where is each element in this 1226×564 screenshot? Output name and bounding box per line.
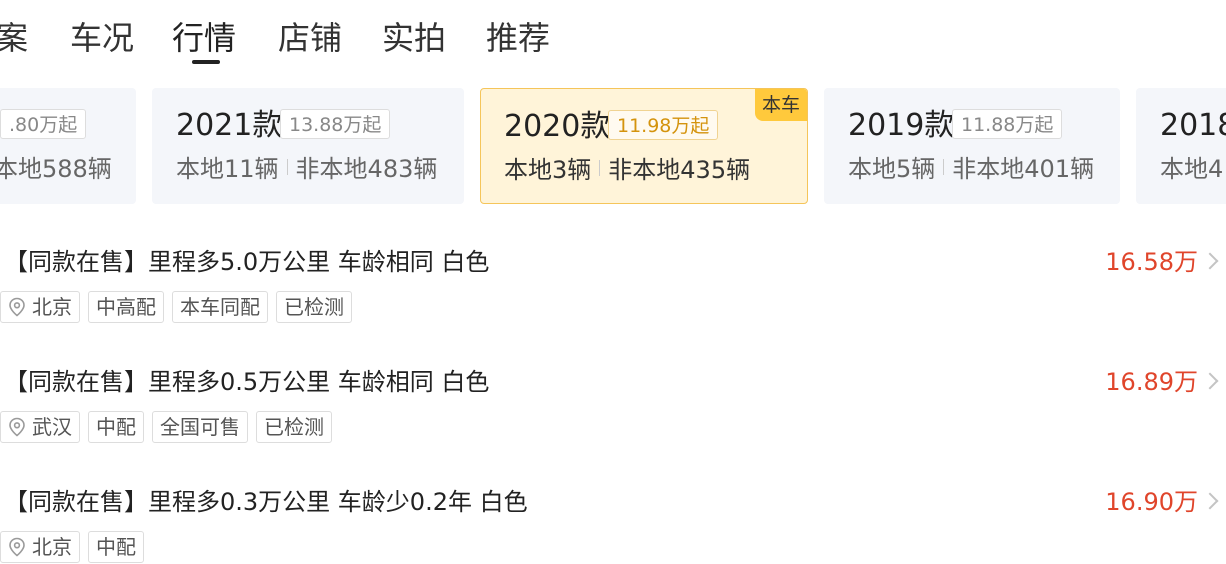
listing-tag: 中配 [88,531,144,563]
year-card-year: 2019款 [848,108,955,143]
year-card-2019[interactable]: 2019款 11.88万起 本地5辆 非本地401辆 [824,88,1120,204]
tab-market[interactable]: 行情 [172,16,236,60]
listing-tag: 中配 [88,411,144,443]
listing-tag: 全国可售 [152,411,248,443]
location-tag: 北京 [0,531,80,563]
year-card-price: 13.88万起 [280,109,391,139]
year-card-price: 11.98万起 [608,110,719,140]
listing-tag: 本车同配 [172,291,268,323]
year-card-local-count: 本地11辆 [176,155,279,183]
active-tab-indicator [192,60,220,64]
year-card-2018-partial[interactable]: 2018 本地4 [1136,88,1226,204]
year-card-nonlocal-count: 非本地483辆 [295,155,438,183]
listing-title: 【同款在售】里程多5.0万公里 车龄相同 白色 [4,248,490,276]
chevron-right-icon [1201,372,1219,390]
tab-store[interactable]: 店铺 [278,16,342,60]
listing-item[interactable]: 【同款在售】里程多0.5万公里 车龄相同 白色 16.89万 武汉 中配 全国可售已… [0,365,1226,475]
location-tag: 武汉 [0,411,80,443]
year-card-price: 11.88万起 [952,109,1063,139]
listing-tags: 北京 中高配 本车同配 已检测 [0,291,360,323]
location-city: 北京 [32,295,72,319]
chevron-right-icon [1201,252,1219,270]
location-pin-icon [9,297,25,317]
listing-tags: 北京 中配 [0,531,152,563]
stats-divider [286,159,288,175]
year-card-2021[interactable]: 2021款 13.88万起 本地11辆 非本地483辆 [152,88,464,204]
tab-file[interactable]: 案 [0,16,28,60]
this-car-badge: 本车 [754,89,807,121]
listing-tag: 已检测 [256,411,332,443]
year-card-local-count: 本地4 [1160,155,1224,183]
location-pin-icon [9,417,25,437]
location-pin-icon [9,537,25,557]
listing-price: 16.89万 [1105,368,1198,396]
location-city: 武汉 [32,415,72,439]
listing-price: 16.90万 [1105,488,1198,516]
year-card-local-count: 本地588辆 [0,155,112,183]
tab-photos[interactable]: 实拍 [382,16,446,60]
listing-tags: 武汉 中配 全国可售 已检测 [0,411,340,443]
chevron-right-icon [1201,492,1219,510]
year-card-local-count: 本地5辆 [848,155,936,183]
listing-title: 【同款在售】里程多0.3万公里 车龄少0.2年 白色 [4,488,528,516]
tab-condition[interactable]: 车况 [70,16,134,60]
listing-item[interactable]: 【同款在售】里程多5.0万公里 车龄相同 白色 16.58万 北京 中高配 本车同配… [0,245,1226,355]
listing-title: 【同款在售】里程多0.5万公里 车龄相同 白色 [4,368,490,396]
location-city: 北京 [32,535,72,559]
tab-recommend[interactable]: 推荐 [486,16,550,60]
year-card-year: 2018 [1160,108,1226,143]
year-card-partial-left[interactable]: .80万起 本地588辆 [0,88,136,204]
year-card-2020-selected[interactable]: 2020款 11.98万起 本地3辆 非本地435辆 本车 [480,88,808,204]
listing-tag: 已检测 [276,291,352,323]
year-card-year: 2021款 [176,108,283,143]
stats-divider [943,159,945,175]
year-card-stats: 本地11辆 非本地483辆 [176,152,437,186]
model-year-cards: .80万起 本地588辆 2021款 13.88万起 本地11辆 非本地483辆 … [0,88,1226,204]
year-card-nonlocal-count: 非本地401辆 [952,155,1095,183]
stats-divider [599,160,601,176]
year-card-local-count: 本地3辆 [504,156,592,184]
listing-price: 16.58万 [1105,248,1198,276]
listing-item[interactable]: 【同款在售】里程多0.3万公里 车龄少0.2年 白色 16.90万 北京 中配 [0,485,1226,564]
year-card-stats: 本地5辆 非本地401辆 [848,152,1094,186]
listing-tag: 中高配 [88,291,164,323]
year-card-stats: 本地3辆 非本地435辆 [504,153,750,187]
year-card-price: .80万起 [0,109,87,139]
market-page: 案 车况 行情 店铺 实拍 推荐 .80万起 本地588辆 2021款 13.8… [0,0,1226,564]
location-tag: 北京 [0,291,80,323]
year-card-year: 2020款 [504,109,611,144]
year-card-nonlocal-count: 非本地435辆 [608,156,751,184]
section-tabs: 案 车况 行情 店铺 实拍 推荐 [0,0,1226,70]
